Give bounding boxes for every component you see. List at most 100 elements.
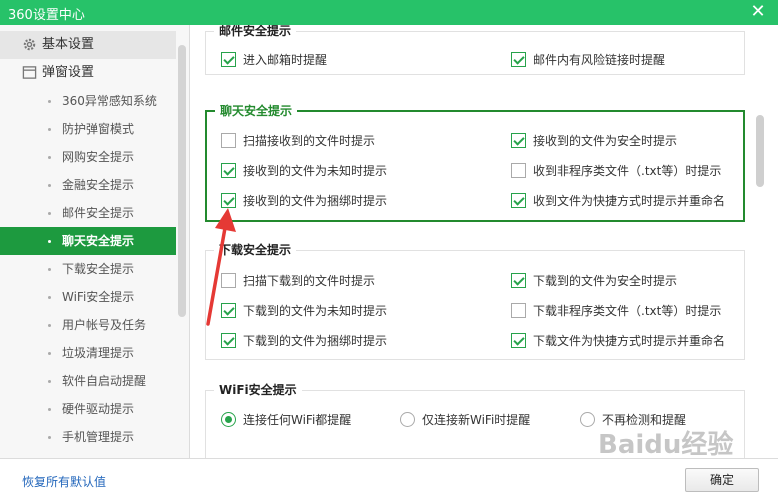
sidebar-item-popup-mode[interactable]: 防护弹窗模式	[0, 115, 176, 143]
bullet-icon	[48, 268, 51, 271]
download-option-safe[interactable]: 下载到的文件为安全时提示	[511, 272, 677, 290]
bullet-icon	[48, 380, 51, 383]
checkbox[interactable]	[221, 193, 236, 208]
option-label: 下载到的文件为安全时提示	[533, 274, 678, 288]
bullet-icon	[48, 436, 51, 439]
sidebar-item-finance[interactable]: 金融安全提示	[0, 171, 176, 199]
checkbox[interactable]	[511, 133, 526, 148]
bullet-icon	[48, 128, 51, 131]
option-label: 进入邮箱时提醒	[243, 53, 328, 67]
download-option-shortcut[interactable]: 下载文件为快捷方式时提示并重命名	[511, 332, 725, 350]
option-label: 扫描接收到的文件时提示	[243, 134, 376, 148]
chat-option-scan[interactable]: 扫描接收到的文件时提示	[221, 132, 375, 150]
option-label: 下载非程序类文件（.txt等）时提示	[533, 304, 722, 318]
checkbox[interactable]	[511, 193, 526, 208]
sidebar-item-chat[interactable]: 聊天安全提示	[0, 227, 176, 255]
option-label: 下载到的文件为未知时提示	[243, 304, 388, 318]
checkbox[interactable]	[511, 303, 526, 318]
sidebar-item-anomaly[interactable]: 360异常感知系统	[0, 87, 176, 115]
group-title: 邮件安全提示	[214, 25, 297, 39]
radio-button[interactable]	[400, 412, 415, 427]
sidebar-item-label: 用户帐号及任务	[62, 318, 147, 332]
gear-icon	[23, 38, 36, 51]
sidebar-item-shopping[interactable]: 网购安全提示	[0, 143, 176, 171]
radio-button[interactable]	[221, 412, 236, 427]
wifi-option-any[interactable]: 连接任何WiFi都提醒	[221, 411, 351, 429]
sidebar-item-label: 手机管理提示	[62, 430, 135, 444]
close-icon[interactable]: ✕	[748, 2, 768, 22]
bullet-icon	[48, 296, 51, 299]
mail-option-risk-link[interactable]: 邮件内有风险链接时提醒	[511, 51, 665, 69]
checkbox[interactable]	[221, 303, 236, 318]
checkbox[interactable]	[221, 52, 236, 67]
window-title: 360设置中心	[8, 8, 85, 23]
chat-option-bundled[interactable]: 接收到的文件为捆绑时提示	[221, 192, 387, 210]
option-label: 扫描下载到的文件时提示	[243, 274, 376, 288]
sidebar-item-popup-settings[interactable]: 弹窗设置	[0, 59, 176, 87]
bullet-icon	[48, 212, 51, 215]
checkbox[interactable]	[511, 333, 526, 348]
main-scrollbar[interactable]	[756, 115, 764, 187]
option-label: 连接任何WiFi都提醒	[243, 413, 352, 427]
mail-security-group: 邮件安全提示 进入邮箱时提醒 邮件内有风险链接时提醒	[205, 25, 745, 75]
sidebar-item-label: 金融安全提示	[62, 178, 135, 192]
option-label: 下载到的文件为捆绑时提示	[243, 334, 388, 348]
checkbox[interactable]	[221, 273, 236, 288]
sidebar-item-label: 下载安全提示	[62, 262, 135, 276]
download-option-non-program[interactable]: 下载非程序类文件（.txt等）时提示	[511, 302, 721, 320]
group-title: 聊天安全提示	[215, 103, 298, 119]
sidebar-item-label: 360异常感知系统	[62, 94, 157, 108]
sidebar-scrollbar[interactable]	[178, 45, 186, 317]
download-option-bundled[interactable]: 下载到的文件为捆绑时提示	[221, 332, 387, 350]
wifi-option-never[interactable]: 不再检测和提醒	[580, 411, 686, 429]
bullet-icon	[48, 324, 51, 327]
restore-defaults-link[interactable]: 恢复所有默认值	[22, 473, 106, 490]
checkbox[interactable]	[511, 273, 526, 288]
mail-option-enter-mailbox[interactable]: 进入邮箱时提醒	[221, 51, 327, 69]
option-label: 接收到的文件为未知时提示	[243, 164, 388, 178]
chat-option-non-program[interactable]: 收到非程序类文件（.txt等）时提示	[511, 162, 721, 180]
sidebar-item-label: 硬件驱动提示	[62, 402, 135, 416]
chat-option-shortcut[interactable]: 收到文件为快捷方式时提示并重命名	[511, 192, 725, 210]
sidebar-item-label: WiFi安全提示	[62, 290, 135, 304]
footer-bar: 恢复所有默认值 确定	[0, 458, 778, 494]
sidebar-item-mail[interactable]: 邮件安全提示	[0, 199, 176, 227]
checkbox[interactable]	[221, 163, 236, 178]
option-label: 接收到的文件为安全时提示	[533, 134, 678, 148]
checkbox[interactable]	[221, 333, 236, 348]
sidebar-item-wifi[interactable]: WiFi安全提示	[0, 283, 176, 311]
wifi-security-group: WiFi安全提示 连接任何WiFi都提醒 仅连接新WiFi时提醒 不再检测和提醒	[205, 382, 745, 458]
sidebar-item-label: 防护弹窗模式	[62, 122, 135, 136]
sidebar-item-cleanup[interactable]: 垃圾清理提示	[0, 339, 176, 367]
sidebar-item-download[interactable]: 下载安全提示	[0, 255, 176, 283]
sidebar-item-label: 基本设置	[42, 37, 95, 52]
chat-option-unknown[interactable]: 接收到的文件为未知时提示	[221, 162, 387, 180]
option-label: 仅连接新WiFi时提醒	[422, 413, 531, 427]
sidebar-item-account[interactable]: 用户帐号及任务	[0, 311, 176, 339]
sidebar-item-driver[interactable]: 硬件驱动提示	[0, 395, 176, 423]
sidebar-item-autostart[interactable]: 软件自启动提醒	[0, 367, 176, 395]
option-label: 下载文件为快捷方式时提示并重命名	[533, 334, 726, 348]
download-option-unknown[interactable]: 下载到的文件为未知时提示	[221, 302, 387, 320]
checkbox[interactable]	[511, 52, 526, 67]
download-option-scan[interactable]: 扫描下载到的文件时提示	[221, 272, 375, 290]
checkbox[interactable]	[221, 133, 236, 148]
option-label: 接收到的文件为捆绑时提示	[243, 194, 388, 208]
wifi-option-new-only[interactable]: 仅连接新WiFi时提醒	[400, 411, 530, 429]
sidebar-item-label: 邮件安全提示	[62, 206, 135, 220]
option-label: 收到非程序类文件（.txt等）时提示	[533, 164, 722, 178]
bullet-icon	[48, 184, 51, 187]
radio-button[interactable]	[580, 412, 595, 427]
sidebar-item-phone[interactable]: 手机管理提示	[0, 423, 176, 451]
sidebar-item-basic-settings[interactable]: 基本设置	[0, 31, 176, 59]
chat-security-group: 聊天安全提示 扫描接收到的文件时提示 接收到的文件为安全时提示 接收到的文件为未…	[205, 103, 745, 222]
group-title: 下载安全提示	[214, 242, 297, 258]
download-security-group: 下载安全提示 扫描下载到的文件时提示 下载到的文件为安全时提示 下载到的文件为未…	[205, 242, 745, 360]
ok-button[interactable]: 确定	[685, 468, 759, 492]
sidebar: 基本设置 弹窗设置 360异常感知系统 防护弹窗模式 网购安全提示 金融安全提示…	[0, 25, 190, 458]
option-label: 邮件内有风险链接时提醒	[533, 53, 666, 67]
bullet-icon	[48, 100, 51, 103]
checkbox[interactable]	[511, 163, 526, 178]
sidebar-item-label: 聊天安全提示	[62, 234, 135, 248]
chat-option-safe[interactable]: 接收到的文件为安全时提示	[511, 132, 677, 150]
